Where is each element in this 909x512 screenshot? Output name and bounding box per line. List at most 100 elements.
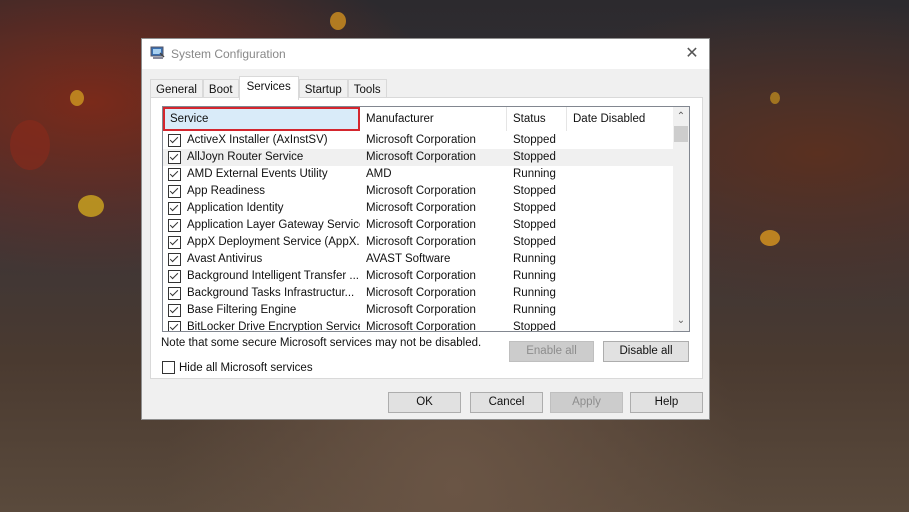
service-checkbox[interactable] xyxy=(168,185,181,198)
manufacturer-cell: Microsoft Corporation xyxy=(366,270,476,282)
tab-bar: General Boot Services Startup Tools xyxy=(150,76,387,100)
service-cell: App Readiness xyxy=(163,183,360,200)
service-row[interactable]: ActiveX Installer (AxInstSV) Microsoft Co… xyxy=(163,132,674,149)
service-row[interactable]: AMD External Events Utility AMD Running xyxy=(163,166,674,183)
column-header-status[interactable]: Status xyxy=(507,107,567,131)
service-row[interactable]: Background Intelligent Transfer ... Micro… xyxy=(163,268,674,285)
scroll-down-button[interactable]: ⌄ xyxy=(673,313,689,329)
service-checkbox[interactable] xyxy=(168,134,181,147)
chevron-up-icon: ⌃ xyxy=(676,111,686,122)
checkbox-box[interactable] xyxy=(162,361,175,374)
close-button[interactable]: ✕ xyxy=(681,43,703,65)
manufacturer-cell: Microsoft Corporation xyxy=(366,287,476,299)
manufacturer-cell: Microsoft Corporation xyxy=(366,202,476,214)
service-name: BitLocker Drive Encryption Service xyxy=(187,321,360,332)
cancel-button[interactable]: Cancel xyxy=(470,392,543,413)
service-name: Application Layer Gateway Service xyxy=(187,219,360,231)
title-bar: System Configuration ✕ xyxy=(142,39,709,69)
help-button[interactable]: Help xyxy=(630,392,703,413)
msconfig-app-icon xyxy=(150,46,165,59)
service-name: Background Tasks Infrastructur... xyxy=(187,287,355,299)
manufacturer-cell: Microsoft Corporation xyxy=(366,151,476,163)
apply-button[interactable]: Apply xyxy=(550,392,623,413)
background-leaf xyxy=(78,195,104,217)
scroll-up-button[interactable]: ⌃ xyxy=(673,109,689,125)
service-checkbox[interactable] xyxy=(168,321,181,331)
service-row[interactable]: AppX Deployment Service (AppX... Microsof… xyxy=(163,234,674,251)
service-cell: Avast Antivirus xyxy=(163,251,360,268)
background-leaf xyxy=(70,90,84,106)
service-cell: AllJoyn Router Service xyxy=(163,149,360,166)
manufacturer-cell: Microsoft Corporation xyxy=(366,304,476,316)
service-checkbox[interactable] xyxy=(168,236,181,249)
manufacturer-cell: Microsoft Corporation xyxy=(366,236,476,248)
enable-all-button[interactable]: Enable all xyxy=(509,341,594,362)
service-row[interactable]: App Readiness Microsoft Corporation Stoppe… xyxy=(163,183,674,200)
background-leaf xyxy=(770,92,780,104)
service-name: AllJoyn Router Service xyxy=(187,151,304,163)
vertical-scrollbar[interactable]: ⌃ ⌄ xyxy=(673,107,689,331)
service-checkbox[interactable] xyxy=(168,168,181,181)
service-cell: Application Layer Gateway Service xyxy=(163,217,360,234)
disable-all-button[interactable]: Disable all xyxy=(603,341,689,362)
service-name: AppX Deployment Service (AppX... xyxy=(187,236,360,248)
status-cell: Stopped xyxy=(513,219,556,231)
column-header-service[interactable]: Service xyxy=(163,107,360,131)
status-cell: Stopped xyxy=(513,202,556,214)
service-checkbox[interactable] xyxy=(168,287,181,300)
hide-microsoft-services-checkbox[interactable]: Hide all Microsoft services xyxy=(162,361,313,374)
services-rows: ActiveX Installer (AxInstSV) Microsoft Co… xyxy=(163,132,674,332)
manufacturer-cell: Microsoft Corporation xyxy=(366,219,476,231)
system-configuration-window: System Configuration ✕ General Boot Serv… xyxy=(141,38,710,420)
status-cell: Stopped xyxy=(513,134,556,146)
service-cell: AppX Deployment Service (AppX... xyxy=(163,234,360,251)
service-cell: ActiveX Installer (AxInstSV) xyxy=(163,132,360,149)
status-cell: Running xyxy=(513,270,556,282)
service-checkbox[interactable] xyxy=(168,202,181,215)
status-cell: Running xyxy=(513,304,556,316)
chevron-down-icon: ⌄ xyxy=(676,315,686,326)
service-checkbox[interactable] xyxy=(168,151,181,164)
service-cell: Application Identity xyxy=(163,200,360,217)
services-list: Service Manufacturer Status Date Disable… xyxy=(162,106,690,332)
tab-services[interactable]: Services xyxy=(238,76,299,100)
service-row[interactable]: Avast Antivirus AVAST Software Running xyxy=(163,251,674,268)
service-checkbox[interactable] xyxy=(168,219,181,232)
service-cell: Base Filtering Engine xyxy=(163,302,360,319)
service-checkbox[interactable] xyxy=(168,304,181,317)
window-title: System Configuration xyxy=(171,47,286,61)
close-icon: ✕ xyxy=(685,45,699,62)
scroll-thumb[interactable] xyxy=(674,126,688,142)
column-header-date-disabled[interactable]: Date Disabled xyxy=(567,107,674,131)
secure-services-note: Note that some secure Microsoft services… xyxy=(161,337,482,349)
service-cell: Background Tasks Infrastructur... xyxy=(163,285,360,302)
ok-button[interactable]: OK xyxy=(388,392,461,413)
status-cell: Stopped xyxy=(513,151,556,163)
service-cell: AMD External Events Utility xyxy=(163,166,360,183)
background-leaf xyxy=(10,120,50,170)
status-cell: Running xyxy=(513,168,556,180)
service-row[interactable]: BitLocker Drive Encryption Service Micros… xyxy=(163,319,674,332)
status-cell: Running xyxy=(513,287,556,299)
service-row[interactable]: Application Identity Microsoft Corporatio… xyxy=(163,200,674,217)
service-name: AMD External Events Utility xyxy=(187,168,328,180)
service-checkbox[interactable] xyxy=(168,270,181,283)
service-cell: Background Intelligent Transfer ... xyxy=(163,268,360,285)
service-checkbox[interactable] xyxy=(168,253,181,266)
service-row[interactable]: Base Filtering Engine Microsoft Corporati… xyxy=(163,302,674,319)
manufacturer-cell: Microsoft Corporation xyxy=(366,185,476,197)
services-panel: Service Manufacturer Status Date Disable… xyxy=(150,97,703,379)
service-cell: BitLocker Drive Encryption Service xyxy=(163,319,360,332)
status-cell: Stopped xyxy=(513,321,556,332)
manufacturer-cell: Microsoft Corporation xyxy=(366,134,476,146)
column-header-manufacturer[interactable]: Manufacturer xyxy=(360,107,507,131)
status-cell: Stopped xyxy=(513,185,556,197)
list-header: Service Manufacturer Status Date Disable… xyxy=(163,107,674,131)
background-leaf xyxy=(760,230,780,246)
service-row[interactable]: AllJoyn Router Service Microsoft Corporat… xyxy=(163,149,674,166)
manufacturer-cell: AMD xyxy=(366,168,392,180)
service-name: Background Intelligent Transfer ... xyxy=(187,270,359,282)
manufacturer-cell: AVAST Software xyxy=(366,253,451,265)
service-row[interactable]: Background Tasks Infrastructur... Microso… xyxy=(163,285,674,302)
service-row[interactable]: Application Layer Gateway Service Microso… xyxy=(163,217,674,234)
